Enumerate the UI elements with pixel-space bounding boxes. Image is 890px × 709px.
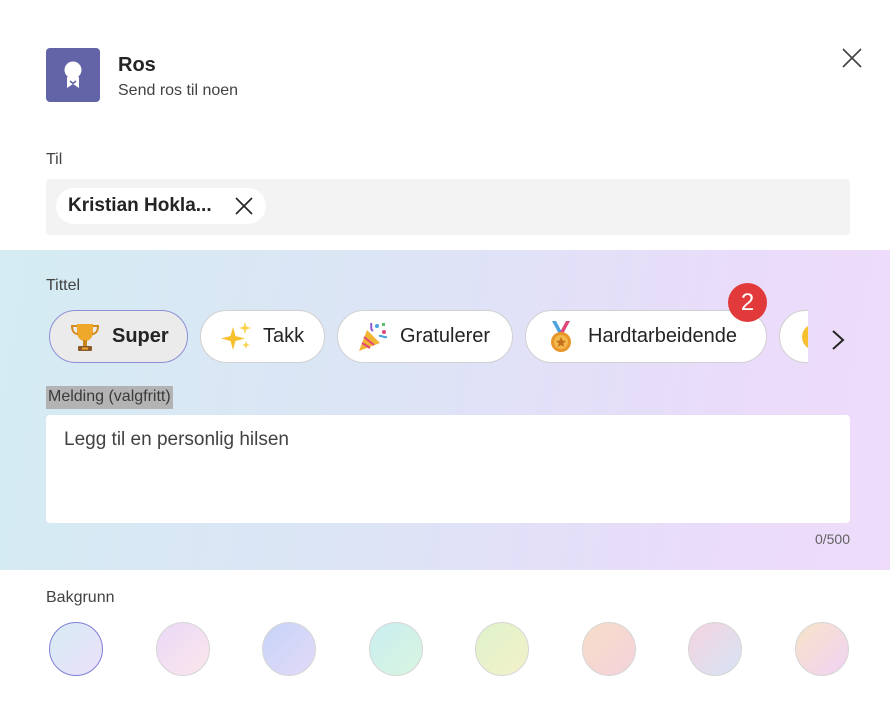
background-swatch-8[interactable] [795,622,849,676]
dialog-subtitle: Send ros til noen [118,82,239,99]
background-label: Bakgrunn [46,589,115,606]
chevron-right-icon [832,330,845,350]
next-titles-button[interactable] [820,322,856,358]
dialog-title: Ros [118,54,156,76]
sparkles-icon [219,320,253,354]
message-label: Melding (valgfritt) [46,386,173,409]
close-button[interactable] [836,42,868,74]
title-option-takk[interactable]: Takk [200,310,325,363]
background-swatch-5[interactable] [475,622,529,676]
to-field[interactable]: Kristian Hokla... [46,179,850,235]
close-icon [235,197,253,215]
message-input[interactable]: Legg til en personlig hilsen [46,415,850,523]
to-label: Til [46,151,63,168]
title-option-hardtarbeidende[interactable]: Hardtarbeidende [525,310,767,363]
medal-icon [544,320,578,354]
step-badge: 2 [728,283,767,322]
remove-recipient-button[interactable] [232,194,256,218]
title-option-partial[interactable] [779,310,808,363]
background-swatch-7[interactable] [688,622,742,676]
title-option-gratulerer[interactable]: Gratulerer [337,310,513,363]
background-swatch-6[interactable] [582,622,636,676]
title-options: Super Takk Gratulerer Hardtarbeidende [46,309,808,367]
praise-dialog: Ros Send ros til noen Til Kristian Hokla… [0,0,890,709]
recipient-chip[interactable]: Kristian Hokla... [56,188,266,224]
background-swatch-2[interactable] [156,622,210,676]
trophy-icon [68,320,102,354]
title-option-label: Takk [263,325,305,347]
title-option-label: Super [112,325,169,347]
background-swatch-4[interactable] [369,622,423,676]
title-option-label: Gratulerer [400,325,491,347]
background-swatch-3[interactable] [262,622,316,676]
title-option-label: Hardtarbeidende [588,325,737,347]
title-option-super[interactable]: Super [49,310,188,363]
char-count: 0/500 [814,531,850,547]
emoji-icon [798,320,808,354]
background-swatch-1[interactable] [49,622,103,676]
award-ribbon-icon [46,48,100,102]
title-label: Tittel [46,277,81,294]
party-popper-icon [356,320,390,354]
recipient-name: Kristian Hokla... [68,195,212,216]
close-icon [842,48,862,68]
